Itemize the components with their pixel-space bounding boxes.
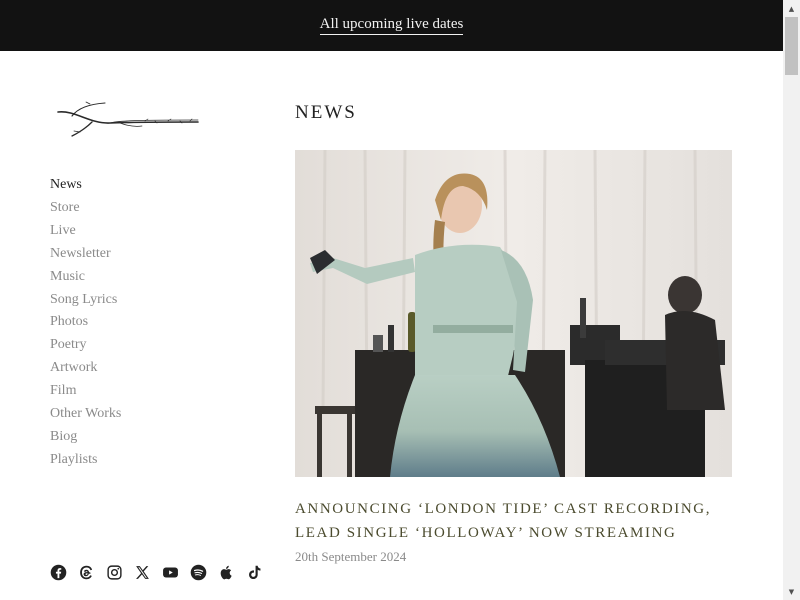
sidebar-item-playlists[interactable]: Playlists [50, 449, 121, 472]
page-scrollbar[interactable]: ▲ ▼ [783, 0, 800, 600]
sidebar-nav: News Store Live Newsletter Music Song Ly… [50, 174, 121, 472]
sidebar-item-store[interactable]: Store [50, 197, 121, 220]
sidebar-item-photos[interactable]: Photos [50, 311, 121, 334]
sidebar-item-other-works[interactable]: Other Works [50, 403, 121, 426]
sidebar-item-film[interactable]: Film [50, 380, 121, 403]
sidebar-item-music[interactable]: Music [50, 266, 121, 289]
sidebar-item-artwork[interactable]: Artwork [50, 357, 121, 380]
social-links [50, 564, 263, 581]
scroll-thumb[interactable] [785, 17, 798, 75]
apple-icon[interactable] [218, 564, 235, 581]
top-banner: All upcoming live dates [0, 0, 783, 51]
page-title: NEWS [295, 102, 357, 123]
spotify-icon[interactable] [190, 564, 207, 581]
article-title[interactable]: Announcing ‘London Tide’ Cast Recording,… [295, 497, 735, 545]
article-date: 20th September 2024 [295, 549, 407, 564]
upcoming-live-dates-link[interactable]: All upcoming live dates [319, 16, 464, 35]
x-icon[interactable] [134, 564, 151, 581]
facebook-icon[interactable] [50, 564, 67, 581]
instagram-icon[interactable] [106, 564, 123, 581]
threads-icon[interactable] [78, 564, 95, 581]
article-hero-image[interactable] [295, 150, 732, 477]
sidebar-item-biog[interactable]: Biog [50, 426, 121, 449]
sidebar-item-poetry[interactable]: Poetry [50, 334, 121, 357]
youtube-icon[interactable] [162, 564, 179, 581]
sidebar-item-news[interactable]: News [50, 174, 121, 197]
scroll-down-arrow-icon[interactable]: ▼ [783, 583, 800, 600]
sidebar-item-newsletter[interactable]: Newsletter [50, 243, 121, 266]
branch-logo-icon[interactable] [50, 98, 200, 143]
sidebar-item-live[interactable]: Live [50, 220, 121, 243]
tiktok-icon[interactable] [246, 564, 263, 581]
scroll-up-arrow-icon[interactable]: ▲ [783, 0, 800, 17]
sidebar-item-song-lyrics[interactable]: Song Lyrics [50, 289, 121, 312]
